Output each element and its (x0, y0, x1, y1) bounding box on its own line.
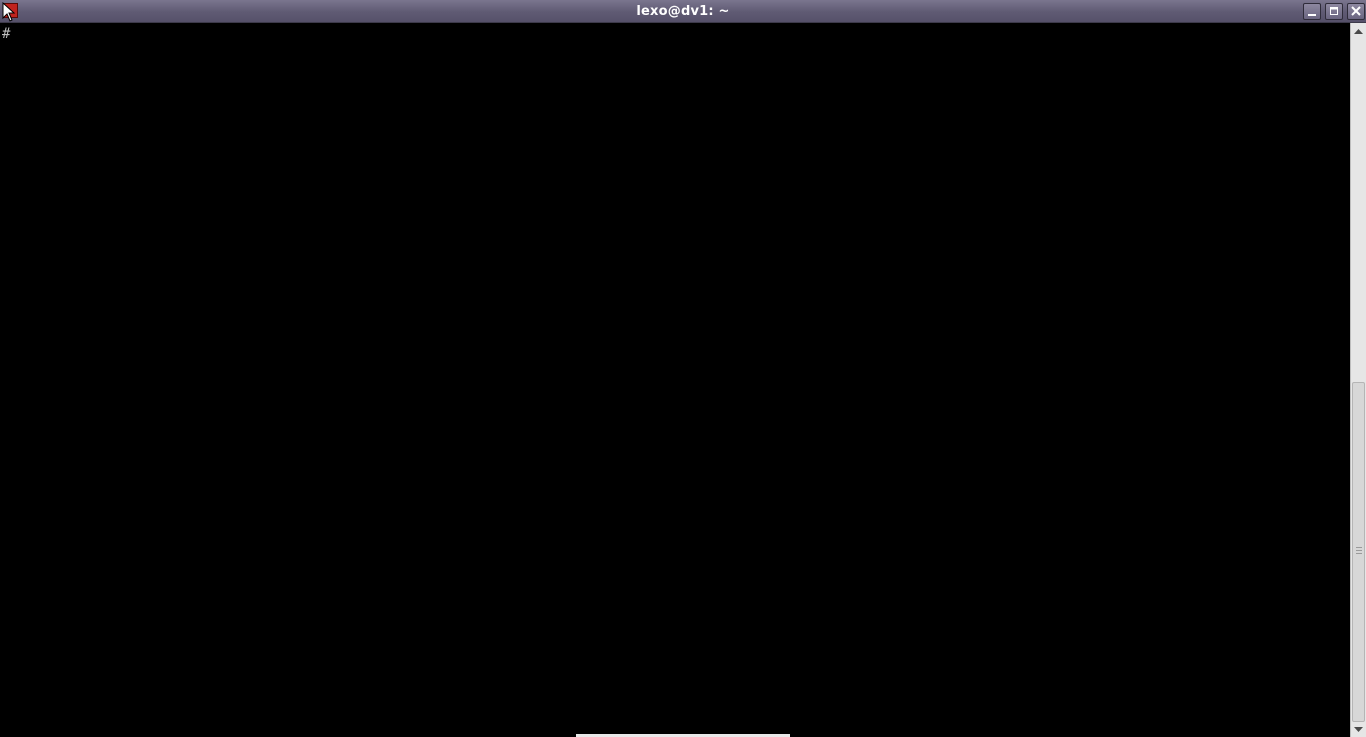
grip-icon (1356, 547, 1362, 554)
scroll-down-arrow-icon[interactable] (1351, 722, 1366, 736)
maximize-button[interactable] (1325, 3, 1343, 20)
scrollbar-thumb[interactable] (1352, 382, 1365, 722)
minimize-icon (1308, 14, 1316, 16)
terminal-window: lexo@dv1: ~ # (0, 0, 1366, 737)
scroll-up-arrow-icon[interactable] (1351, 25, 1366, 39)
minimize-button[interactable] (1303, 3, 1321, 20)
close-button[interactable] (1347, 3, 1365, 20)
shell-prompt: # (2, 26, 11, 42)
vertical-scrollbar[interactable] (1350, 23, 1366, 737)
maximize-icon (1330, 7, 1338, 15)
terminal-output-area[interactable]: # (0, 23, 1350, 737)
close-icon (1351, 6, 1361, 16)
window-title: lexo@dv1: ~ (636, 4, 730, 19)
window-titlebar[interactable]: lexo@dv1: ~ (0, 0, 1366, 23)
